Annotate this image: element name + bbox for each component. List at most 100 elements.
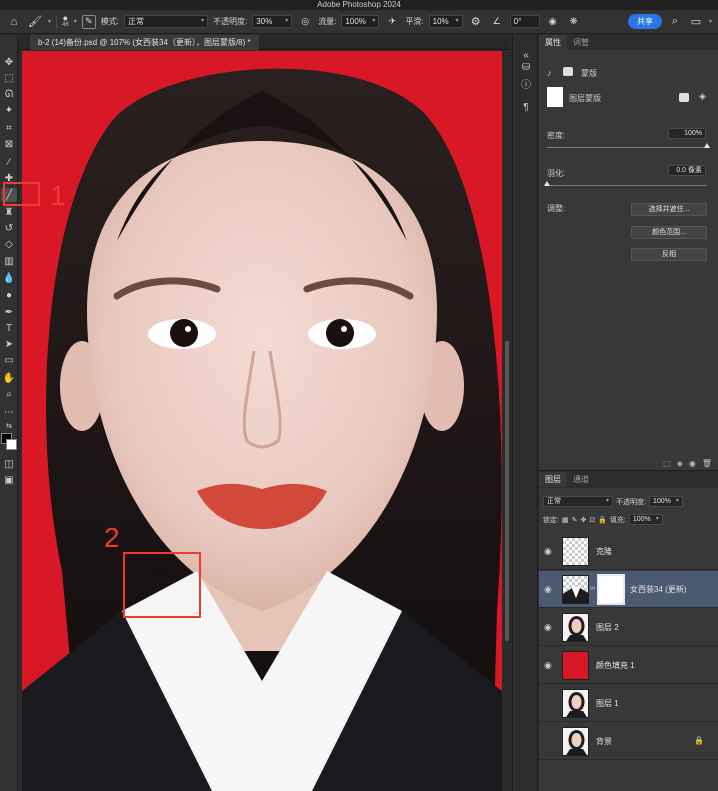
brush-tool-icon[interactable]: 🖌 xyxy=(27,14,43,30)
brush-preset-picker[interactable]: ● 46 xyxy=(62,13,69,29)
pixel-mask-icon[interactable]: ♪ xyxy=(547,68,552,78)
paragraph-icon[interactable]: ¶ xyxy=(518,99,534,115)
eye-icon[interactable]: ◉ xyxy=(544,622,554,632)
color-range-button[interactable]: 颜色范围... xyxy=(631,226,707,239)
hand-tool-icon[interactable]: ✋ xyxy=(1,371,17,385)
angle-input[interactable]: 0° xyxy=(509,15,540,28)
workspace-icon[interactable]: ▭ xyxy=(688,14,704,30)
canvas[interactable] xyxy=(22,51,502,791)
frame-tool-icon[interactable]: ⊠ xyxy=(1,137,17,151)
pressure-opacity-icon[interactable]: ◎ xyxy=(297,14,313,30)
layer-row[interactable]: 背景 🔒 xyxy=(539,723,718,760)
gear-icon[interactable]: ⚙ xyxy=(468,14,484,30)
pressure-size-icon[interactable]: ◉ xyxy=(545,14,561,30)
layer-opacity-input[interactable]: 100% ▾ xyxy=(648,496,683,507)
feather-input[interactable]: 0.0 像素 xyxy=(668,165,706,176)
history-brush-tool-icon[interactable]: ↺ xyxy=(1,221,17,235)
density-slider-knob[interactable] xyxy=(704,143,710,148)
lock-position-icon[interactable]: ✥ xyxy=(580,516,586,524)
clone-stamp-tool-icon[interactable]: ♜ xyxy=(1,205,17,219)
fill-input[interactable]: 100% ▾ xyxy=(628,514,663,525)
select-mask-icon[interactable] xyxy=(679,93,689,102)
layer-mask-icon[interactable] xyxy=(563,67,573,76)
annotation-box-2 xyxy=(123,552,201,618)
lock-transparent-icon[interactable]: ▦ xyxy=(562,516,569,524)
info-icon[interactable]: ⓘ xyxy=(518,75,534,91)
airbrush-icon[interactable]: ✈ xyxy=(384,14,400,30)
brush-size-dropdown-icon[interactable]: ▾ xyxy=(74,18,77,25)
apply-mask-icon[interactable]: ◈ xyxy=(699,91,706,102)
tab-layers[interactable]: 图层 xyxy=(539,472,567,487)
screen-mode-icon[interactable]: ▣ xyxy=(1,473,17,487)
layer-row[interactable]: ◉ 图层 2 xyxy=(539,609,718,646)
symmetry-icon[interactable]: ❋ xyxy=(566,14,582,30)
marquee-tool-icon[interactable]: ⬚ xyxy=(1,71,17,85)
more-tools-icon[interactable]: ⋯ xyxy=(1,405,17,419)
layer-row[interactable]: ◉ 颜色填充 1 xyxy=(539,647,718,684)
layer-row[interactable]: ◉ ∞ 女西装34 (更新) xyxy=(539,571,718,608)
feather-slider[interactable] xyxy=(547,185,707,186)
rectangle-tool-icon[interactable]: ▭ xyxy=(1,353,17,367)
move-tool-icon[interactable]: ✥ xyxy=(1,55,17,69)
lasso-tool-icon[interactable]: ᘏ xyxy=(1,87,17,101)
fill-label: 填充: xyxy=(609,516,626,524)
eye-icon[interactable]: ◉ xyxy=(544,546,554,556)
mask-thumbnail[interactable] xyxy=(597,574,625,605)
apply-mask-footer-icon[interactable]: ◈ xyxy=(677,459,683,468)
history-icon[interactable]: ⛁ xyxy=(518,59,534,75)
smooth-input[interactable]: 10% ▾ xyxy=(428,15,463,28)
invert-button[interactable]: 反相 xyxy=(631,248,707,261)
lock-all-icon[interactable]: 🔒 xyxy=(598,516,607,524)
crop-tool-icon[interactable]: ⌗ xyxy=(1,121,17,135)
opacity-input[interactable]: 30% ▾ xyxy=(252,15,293,28)
eye-icon[interactable]: ◉ xyxy=(544,584,554,594)
feather-slider-knob[interactable] xyxy=(544,181,550,186)
tab-adjustments[interactable]: 词管 xyxy=(567,35,595,50)
smooth-label: 平滑: xyxy=(405,17,424,26)
background-color-swatch[interactable] xyxy=(6,439,17,450)
home-icon[interactable]: ⌂ xyxy=(6,14,22,30)
layer-row[interactable]: ◉ 克隆 xyxy=(539,533,718,570)
eye-icon[interactable]: ◉ xyxy=(689,459,696,468)
brush-settings-icon[interactable]: ✎ xyxy=(81,14,96,29)
gradient-tool-icon[interactable]: ▥ xyxy=(1,254,17,268)
workspace-dropdown-icon[interactable]: ▾ xyxy=(709,18,712,25)
trash-icon[interactable]: 🗑 xyxy=(702,459,712,468)
layer-name: 女西装34 (更新) xyxy=(630,585,687,594)
layer-opacity-label: 不透明度: xyxy=(616,498,646,506)
eyedropper-tool-icon[interactable]: ⁄ xyxy=(1,155,17,169)
type-tool-icon[interactable]: T xyxy=(1,321,17,335)
layer-row[interactable]: 图层 1 xyxy=(539,685,718,722)
link-icon[interactable]: ∞ xyxy=(590,585,595,592)
quick-mask-icon[interactable]: ◫ xyxy=(1,457,17,471)
eraser-tool-icon[interactable]: ◇ xyxy=(1,237,17,251)
swap-colors-icon[interactable]: ⇆ xyxy=(1,419,17,433)
mode-select[interactable]: 正常 ▾ xyxy=(123,15,208,28)
chevron-down-icon: ▾ xyxy=(675,498,679,504)
select-and-mask-button[interactable]: 选择并遮住... xyxy=(631,203,707,216)
annotation-box-1 xyxy=(3,182,40,206)
scrollbar-thumb[interactable] xyxy=(505,341,509,641)
share-button[interactable]: 共享 xyxy=(627,14,662,29)
dodge-tool-icon[interactable]: ● xyxy=(1,288,17,302)
load-selection-icon[interactable]: ⬚ xyxy=(663,459,671,468)
tab-properties[interactable]: 属性 xyxy=(539,35,567,50)
tab-channels[interactable]: 通道 xyxy=(567,472,595,487)
pen-tool-icon[interactable]: ✒ xyxy=(1,305,17,319)
density-slider[interactable] xyxy=(547,147,707,148)
tool-preset-dropdown-icon[interactable]: ▾ xyxy=(48,18,51,25)
density-input[interactable]: 100% xyxy=(668,128,706,139)
document-tab[interactable]: b-2 (14)备份.psd @ 107% (女西装34（更新），图层蒙版/8)… xyxy=(30,35,259,50)
lock-artboard-icon[interactable]: ⊡ xyxy=(589,516,595,524)
eye-icon[interactable]: ◉ xyxy=(544,660,554,670)
chevron-down-icon: ▾ xyxy=(605,498,609,504)
quick-select-tool-icon[interactable]: ✦ xyxy=(1,103,17,117)
search-icon[interactable]: ⌕ xyxy=(667,14,683,30)
lock-pixels-icon[interactable]: ✎ xyxy=(572,516,578,524)
path-select-tool-icon[interactable]: ➤ xyxy=(1,337,17,351)
flow-input[interactable]: 100% ▾ xyxy=(341,15,380,28)
blur-tool-icon[interactable]: 💧 xyxy=(1,271,17,285)
zoom-tool-icon[interactable]: ⌕ xyxy=(1,387,17,401)
canvas-vertical-scrollbar[interactable] xyxy=(504,51,510,791)
blend-mode-select[interactable]: 正常 ▾ xyxy=(543,496,613,507)
